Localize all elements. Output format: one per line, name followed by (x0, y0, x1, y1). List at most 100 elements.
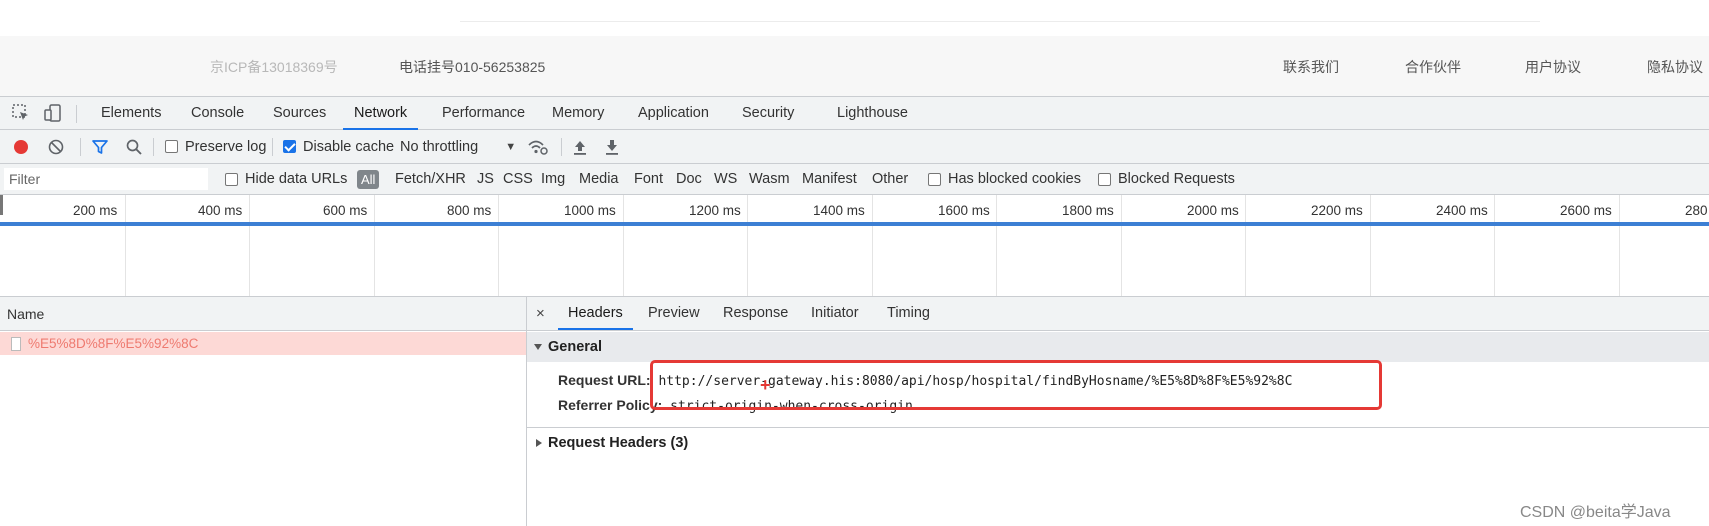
filter-type-fetch-xhr[interactable]: Fetch/XHR (395, 164, 466, 194)
timeline-tick-label: 1800 ms (1062, 203, 1114, 218)
request-url-label: Request URL: (558, 372, 651, 388)
tab-lighthouse[interactable]: Lighthouse (826, 97, 919, 130)
import-har-icon[interactable] (571, 130, 589, 163)
footer-link-partners[interactable]: 合作伙伴 (1405, 57, 1461, 77)
filter-type-img[interactable]: Img (541, 164, 565, 194)
close-icon[interactable]: × (536, 297, 545, 330)
timeline-gridline (1121, 195, 1122, 296)
timeline-gridline (872, 195, 873, 296)
timeline-tick-label: 1200 ms (689, 203, 741, 218)
toolbar-separator (153, 138, 154, 156)
hide-data-urls-box[interactable] (225, 172, 238, 186)
detail-tab-timing[interactable]: Timing (877, 297, 940, 330)
timeline-gridline (1494, 195, 1495, 296)
timeline-tick-label: 280 (1685, 203, 1708, 218)
tab-performance[interactable]: Performance (431, 97, 536, 130)
has-blocked-cookies-checkbox[interactable]: Has blocked cookies (928, 164, 1081, 194)
collapse-triangle-icon (536, 439, 542, 447)
timeline-gridline (1619, 195, 1620, 296)
throttling-value: No throttling (400, 138, 479, 155)
export-har-icon[interactable] (603, 130, 621, 163)
disable-cache-checkbox[interactable]: Disable cache (283, 130, 394, 163)
filter-type-wasm[interactable]: Wasm (749, 164, 790, 194)
preserve-log-box[interactable] (165, 140, 178, 153)
column-header-name[interactable]: Name (0, 297, 526, 331)
filter-type-manifest[interactable]: Manifest (802, 164, 857, 194)
timeline-gridline (1245, 195, 1246, 296)
filter-type-media[interactable]: Media (579, 164, 619, 194)
timeline-gridline (623, 195, 624, 296)
filter-type-doc[interactable]: Doc (676, 164, 702, 194)
timeline-tick-label: 2000 ms (1187, 203, 1239, 218)
preserve-log-checkbox[interactable]: Preserve log (165, 130, 266, 163)
general-section-title: General (548, 339, 602, 355)
document-icon (11, 336, 21, 351)
detail-tab-preview[interactable]: Preview (638, 297, 710, 330)
filter-type-js[interactable]: JS (477, 164, 494, 194)
footer-link-privacy[interactable]: 隐私协议 (1647, 57, 1703, 77)
network-toolbar: Preserve log Disable cache No throttling… (0, 130, 1709, 164)
filter-type-font[interactable]: Font (634, 164, 663, 194)
devtools-tab-strip: Elements Console Sources Network Perform… (0, 96, 1709, 130)
has-blocked-cookies-box[interactable] (928, 172, 941, 186)
expand-triangle-icon (534, 344, 542, 350)
filter-type-css[interactable]: CSS (503, 164, 533, 194)
detail-tab-response[interactable]: Response (713, 297, 798, 330)
request-row[interactable]: %E5%8D%8F%E5%92%8C (0, 332, 526, 355)
request-name: %E5%8D%8F%E5%92%8C (28, 336, 199, 351)
timeline-tick-label: 400 ms (198, 203, 243, 218)
request-headers-section-header[interactable]: Request Headers (3) (527, 428, 1709, 458)
timeline-start-handle[interactable] (0, 195, 3, 215)
tab-memory[interactable]: Memory (541, 97, 615, 130)
network-timeline-overview[interactable]: 200 ms 400 ms 600 ms 800 ms 1000 ms 1200… (0, 195, 1709, 297)
crosshair-cursor-icon: + (760, 375, 771, 395)
tab-elements[interactable]: Elements (90, 97, 172, 130)
request-detail-pane: × Headers Preview Response Initiator Tim… (527, 297, 1709, 526)
filter-input[interactable] (4, 168, 208, 190)
tab-security[interactable]: Security (731, 97, 805, 130)
footer-link-contact[interactable]: 联系我们 (1283, 57, 1339, 77)
filter-all-chip[interactable]: All (357, 170, 380, 189)
footer-phone: 电话挂号010-56253825 (399, 59, 546, 75)
timeline-gridline (996, 195, 997, 296)
detail-tab-initiator[interactable]: Initiator (801, 297, 869, 330)
footer-link-user-agreement[interactable]: 用户协议 (1525, 57, 1581, 77)
record-icon[interactable] (12, 130, 30, 163)
timeline-gridline (747, 195, 748, 296)
disable-cache-label: Disable cache (303, 138, 395, 155)
preserve-log-label: Preserve log (185, 138, 267, 155)
toolbar-separator (80, 138, 81, 156)
footer-icp-license[interactable]: 京ICP备13018369号 (210, 57, 338, 77)
detail-tab-headers[interactable]: Headers (558, 297, 633, 330)
disable-cache-box[interactable] (283, 140, 296, 153)
filter-type-ws[interactable]: WS (714, 164, 737, 194)
referrer-policy-label: Referrer Policy: (558, 397, 663, 413)
device-toolbar-icon[interactable] (43, 103, 63, 123)
search-icon[interactable] (125, 130, 143, 163)
timeline-tick-label: 2200 ms (1311, 203, 1363, 218)
throttling-select[interactable]: No throttling ▼ (400, 130, 516, 163)
timeline-gridline (374, 195, 375, 296)
tab-console[interactable]: Console (180, 97, 255, 130)
clear-icon[interactable] (47, 130, 65, 163)
inspect-element-icon[interactable] (11, 103, 31, 123)
watermark: CSDN @beita学Java (1520, 504, 1671, 521)
toolbar-separator (272, 138, 273, 156)
filter-type-other[interactable]: Other (872, 164, 908, 194)
filter-icon[interactable] (91, 130, 109, 163)
timeline-tick-label: 600 ms (323, 203, 368, 218)
page-divider (460, 21, 1540, 22)
hide-data-urls-label: Hide data URLs (245, 171, 348, 187)
blocked-requests-checkbox[interactable]: Blocked Requests (1098, 164, 1235, 194)
timeline-tick-label: 2600 ms (1560, 203, 1612, 218)
hide-data-urls-checkbox[interactable]: Hide data URLs (225, 164, 347, 194)
timeline-gridline (125, 195, 126, 296)
has-blocked-cookies-label: Has blocked cookies (948, 171, 1081, 187)
tab-network[interactable]: Network (343, 97, 419, 130)
tab-application[interactable]: Application (627, 97, 720, 130)
network-conditions-icon[interactable] (527, 130, 549, 163)
general-section-header[interactable]: General (527, 332, 1709, 362)
timeline-tick-label: 2400 ms (1436, 203, 1488, 218)
blocked-requests-box[interactable] (1098, 172, 1111, 186)
tab-sources[interactable]: Sources (262, 97, 337, 130)
